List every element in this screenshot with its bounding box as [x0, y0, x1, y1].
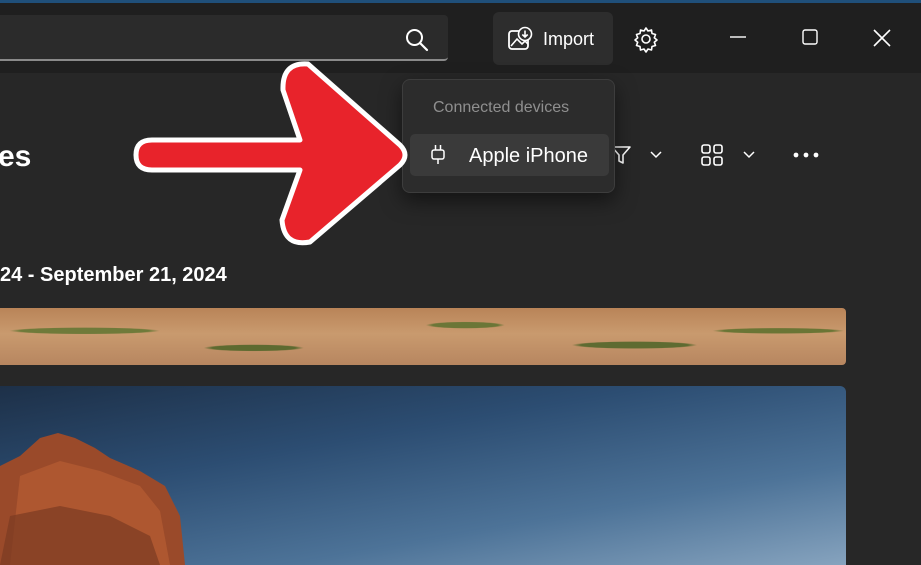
- connected-devices-flyout: Connected devices Apple iPhone: [402, 79, 615, 193]
- device-item-apple-iphone[interactable]: Apple iPhone: [410, 134, 609, 176]
- page-title: es: [0, 140, 32, 173]
- close-icon[interactable]: [871, 27, 893, 49]
- chevron-down-icon[interactable]: [648, 145, 664, 165]
- more-icon[interactable]: [792, 143, 820, 167]
- date-range-heading: 24 - September 21, 2024: [0, 264, 227, 286]
- photo-thumbnail-desert[interactable]: [0, 308, 846, 365]
- gear-icon[interactable]: [632, 25, 660, 53]
- layout-icon[interactable]: [700, 143, 724, 167]
- minimize-icon[interactable]: [728, 27, 748, 47]
- import-label: Import: [543, 29, 595, 49]
- usb-plug-icon: [431, 145, 445, 164]
- import-icon: [508, 26, 533, 50]
- annotation-arrow-icon: [133, 61, 408, 246]
- flyout-header: Connected devices: [433, 99, 570, 116]
- rock-formation-image: [0, 433, 185, 565]
- photo-thumbnail-rock-sky[interactable]: [0, 386, 846, 565]
- chevron-down-icon[interactable]: [741, 145, 757, 165]
- maximize-icon[interactable]: [800, 27, 820, 47]
- device-label: Apple iPhone: [469, 145, 588, 167]
- import-button[interactable]: Import: [493, 12, 613, 65]
- right-gutter: [846, 73, 921, 565]
